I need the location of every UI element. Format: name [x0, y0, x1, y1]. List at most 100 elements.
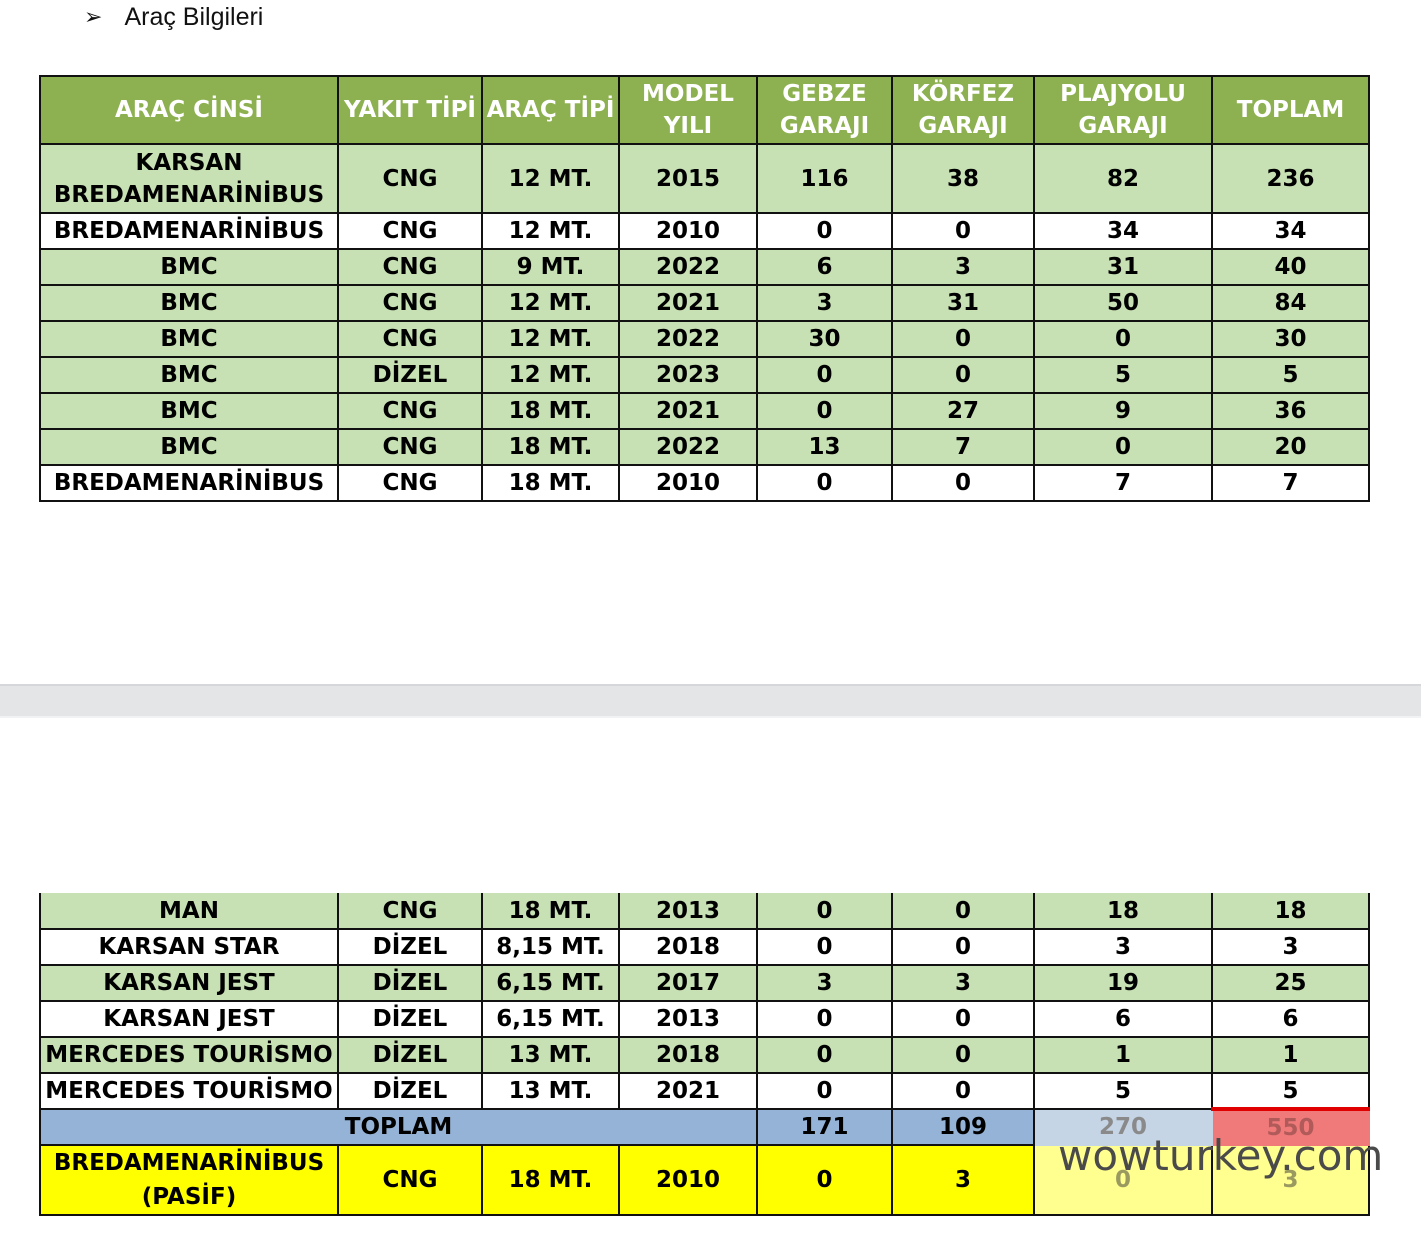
cell-arac-tipi: 18 MT.	[481, 464, 620, 502]
cell-arac-tipi: 13 MT.	[481, 1072, 620, 1110]
cell-model-yili: 2015	[618, 143, 758, 214]
cell-toplam: 18	[1211, 893, 1370, 930]
cell-arac-cinsi: BMC	[39, 428, 339, 466]
cell-toplam: 7	[1211, 464, 1370, 502]
cell-gebze: 0	[756, 356, 893, 394]
cell-korfez: 0	[891, 928, 1035, 966]
cell-toplam: 30	[1211, 320, 1370, 358]
cell-plajyolu: 5	[1033, 356, 1213, 394]
cell-model-yili: 2022	[618, 248, 758, 286]
cell-toplam: 34	[1211, 212, 1370, 250]
cell-korfez: 0	[891, 464, 1035, 502]
table-row: KARSAN JEST DİZEL 6,15 MT. 2017 3 3 19 2…	[39, 964, 1370, 1002]
cell-toplam: 236	[1211, 143, 1370, 214]
cell-plajyolu: 5	[1033, 1072, 1213, 1110]
cell-toplam: 6	[1211, 1000, 1370, 1038]
cell-plajyolu: 0	[1033, 320, 1213, 358]
cell-model-yili: 2021	[618, 1072, 758, 1110]
cell-model-yili: 2010	[618, 464, 758, 502]
header-arac-tipi: ARAÇ TİPİ	[481, 75, 620, 145]
cell-korfez: 3	[891, 248, 1035, 286]
table-row: MERCEDES TOURİSMO DİZEL 13 MT. 2021 0 0 …	[39, 1072, 1370, 1110]
section-title: Araç Bilgileri	[124, 2, 264, 31]
cell-korfez: 27	[891, 392, 1035, 430]
cell-plajyolu: 3	[1033, 928, 1213, 966]
cell-arac-tipi: 18 MT.	[481, 1144, 620, 1216]
header-yakit-tipi: YAKIT TİPİ	[337, 75, 483, 145]
cell-yakit-tipi: DİZEL	[337, 1036, 483, 1074]
header-arac-cinsi: ARAÇ CİNSİ	[39, 75, 339, 145]
cell-arac-cinsi: BREDAMENARİNİBUS	[39, 464, 339, 502]
cell-yakit-tipi: CNG	[337, 464, 483, 502]
total-gebze: 171	[756, 1108, 893, 1146]
cell-arac-cinsi: KARSAN BREDAMENARİNİBUS	[39, 143, 339, 214]
cell-korfez: 3	[891, 1144, 1035, 1216]
cell-plajyolu: 34	[1033, 212, 1213, 250]
cell-gebze: 3	[756, 284, 893, 322]
table-row: BMC CNG 12 MT. 2021 3 31 50 84	[39, 284, 1370, 322]
cell-arac-cinsi: BMC	[39, 392, 339, 430]
cell-gebze: 0	[756, 1036, 893, 1074]
section-heading: ➢ Araç Bilgileri	[84, 0, 263, 34]
cell-arac-cinsi: MERCEDES TOURİSMO	[39, 1072, 339, 1110]
cell-gebze: 0	[756, 392, 893, 430]
arrow-bullet-icon: ➢	[84, 4, 103, 29]
cell-korfez: 31	[891, 284, 1035, 322]
cell-plajyolu: 19	[1033, 964, 1213, 1002]
cell-yakit-tipi: CNG	[337, 392, 483, 430]
cell-model-yili: 2021	[618, 392, 758, 430]
cell-arac-tipi: 12 MT.	[481, 212, 620, 250]
cell-arac-tipi: 18 MT.	[481, 428, 620, 466]
cell-arac-tipi: 8,15 MT.	[481, 928, 620, 966]
cell-korfez: 7	[891, 428, 1035, 466]
cell-yakit-tipi: CNG	[337, 248, 483, 286]
header-gebze-garaji: GEBZE GARAJI	[756, 75, 893, 145]
cell-gebze: 116	[756, 143, 893, 214]
cell-model-yili: 2013	[618, 893, 758, 930]
cell-gebze: 0	[756, 893, 893, 930]
table-row: KARSAN BREDAMENARİNİBUS CNG 12 MT. 2015 …	[39, 143, 1370, 214]
cell-arac-tipi: 18 MT.	[481, 893, 620, 930]
cell-gebze: 0	[756, 1144, 893, 1216]
cell-yakit-tipi: CNG	[337, 284, 483, 322]
cell-plajyolu: 6	[1033, 1000, 1213, 1038]
cell-plajyolu: 18	[1033, 893, 1213, 930]
cell-yakit-tipi: CNG	[337, 1144, 483, 1216]
cell-arac-cinsi: BMC	[39, 320, 339, 358]
page-divider	[0, 684, 1421, 718]
cell-toplam: 40	[1211, 248, 1370, 286]
cell-toplam: 3	[1211, 928, 1370, 966]
cell-plajyolu: 82	[1033, 143, 1213, 214]
cell-yakit-tipi: DİZEL	[337, 964, 483, 1002]
table-header-row: ARAÇ CİNSİ YAKIT TİPİ ARAÇ TİPİ MODEL YI…	[39, 75, 1370, 145]
cell-toplam: 1	[1211, 1036, 1370, 1074]
cell-gebze: 0	[756, 1072, 893, 1110]
cell-arac-cinsi: KARSAN JEST	[39, 964, 339, 1002]
cell-arac-tipi: 6,15 MT.	[481, 964, 620, 1002]
cell-model-yili: 2023	[618, 356, 758, 394]
table-row: KARSAN JEST DİZEL 6,15 MT. 2013 0 0 6 6	[39, 1000, 1370, 1038]
cell-korfez: 0	[891, 1000, 1035, 1038]
cell-gebze: 30	[756, 320, 893, 358]
vehicle-table-upper: ARAÇ CİNSİ YAKIT TİPİ ARAÇ TİPİ MODEL YI…	[39, 75, 1370, 502]
cell-arac-tipi: 12 MT.	[481, 320, 620, 358]
header-korfez-garaji: KÖRFEZ GARAJI	[891, 75, 1035, 145]
cell-arac-tipi: 12 MT.	[481, 356, 620, 394]
header-model-yili: MODEL YILI	[618, 75, 758, 145]
cell-yakit-tipi: CNG	[337, 893, 483, 930]
cell-arac-cinsi: KARSAN JEST	[39, 1000, 339, 1038]
cell-korfez: 0	[891, 893, 1035, 930]
cell-gebze: 3	[756, 964, 893, 1002]
cell-korfez: 0	[891, 212, 1035, 250]
cell-gebze: 0	[756, 928, 893, 966]
cell-yakit-tipi: DİZEL	[337, 928, 483, 966]
header-plajyolu-garaji: PLAJYOLU GARAJI	[1033, 75, 1213, 145]
cell-toplam: 20	[1211, 428, 1370, 466]
cell-plajyolu: 9	[1033, 392, 1213, 430]
cell-toplam: 5	[1211, 356, 1370, 394]
cell-plajyolu: 0	[1033, 428, 1213, 466]
table-row: BMC DİZEL 12 MT. 2023 0 0 5 5	[39, 356, 1370, 394]
header-toplam: TOPLAM	[1211, 75, 1370, 145]
table-row: MERCEDES TOURİSMO DİZEL 13 MT. 2018 0 0 …	[39, 1036, 1370, 1074]
cell-arac-tipi: 12 MT.	[481, 143, 620, 214]
